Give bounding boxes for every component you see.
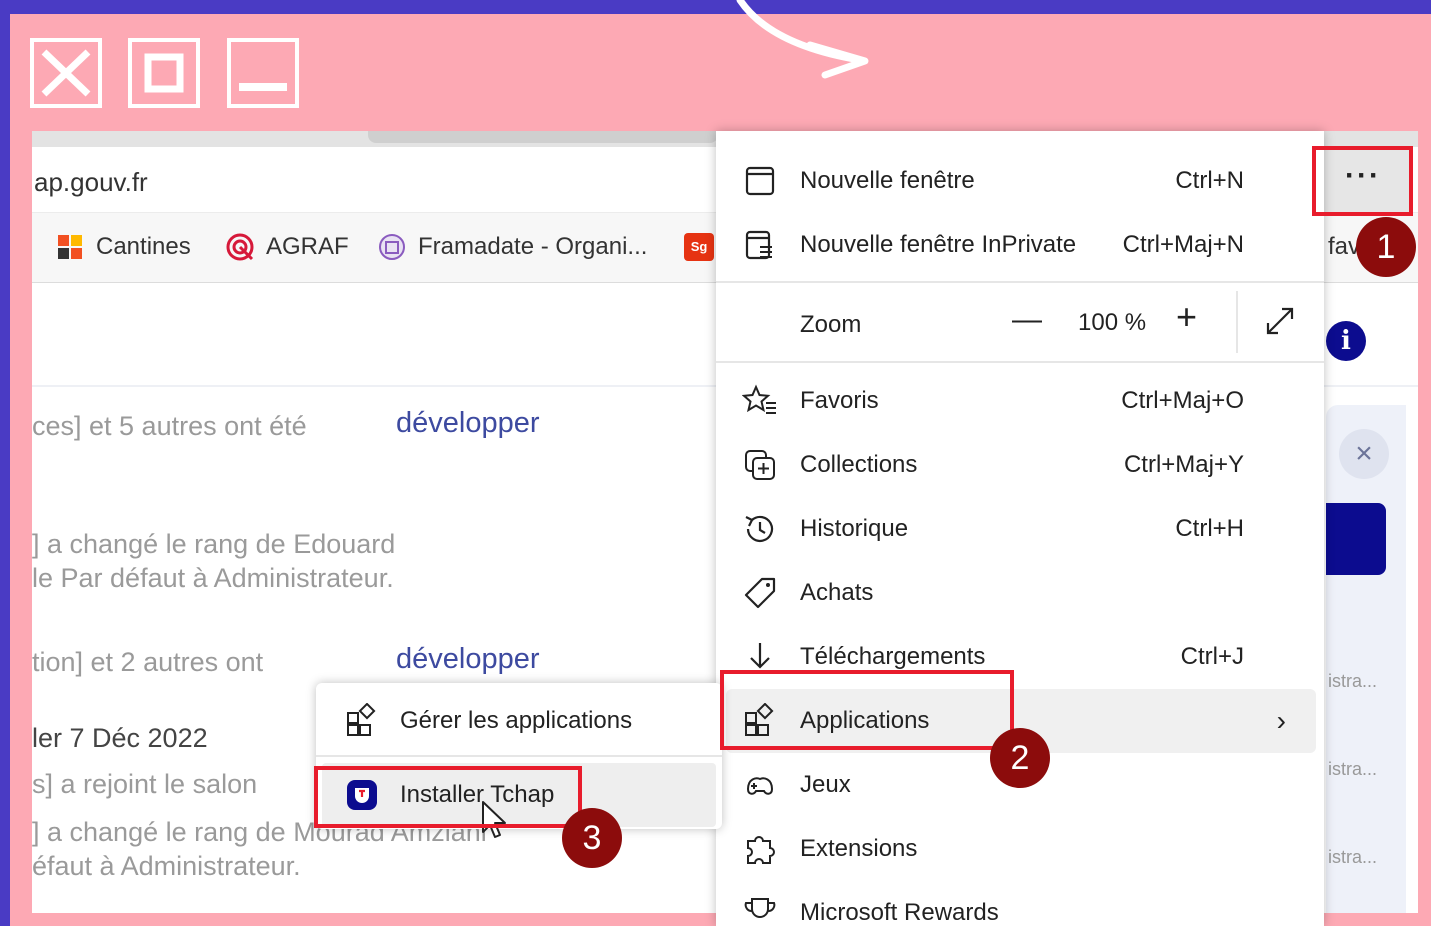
framadate-icon <box>379 234 405 260</box>
maximize-icon <box>144 53 184 93</box>
menu-label: Nouvelle fenêtre <box>800 167 975 194</box>
bookmark-agraf[interactable]: AGRAF <box>226 233 349 261</box>
feed-line: éfaut à Administrateur. <box>32 851 301 881</box>
highlight-applications <box>720 670 1014 750</box>
window-maximize-button[interactable] <box>128 38 200 108</box>
bookmark-label: AGRAF <box>266 233 349 260</box>
feed-line: tion] et 2 autres ont <box>32 647 264 677</box>
bookmark-label: Cantines <box>96 233 191 260</box>
feed-line: ces] et 5 autres ont été <box>32 411 307 441</box>
menu-label: Historique <box>800 515 909 542</box>
menu-separator <box>716 281 1324 283</box>
zoom-value: 100 % <box>1078 309 1147 336</box>
menu-shortcut: Ctrl+J <box>1180 643 1244 670</box>
curved-arrow-icon <box>736 0 869 79</box>
menu-shortcut: Ctrl+Maj+N <box>1122 231 1244 258</box>
step-badge-1: 1 <box>1356 217 1416 277</box>
window-close-button[interactable] <box>30 38 102 108</box>
browser-tab[interactable] <box>368 131 718 143</box>
zoom-label: Zoom <box>800 311 862 338</box>
menu-history[interactable]: Historique Ctrl+H <box>716 497 1324 561</box>
menu-shortcut: Ctrl+Maj+Y <box>1123 451 1244 478</box>
panel-row: istra... <box>1328 847 1378 867</box>
menu-label: Favoris <box>800 387 879 414</box>
info-icon[interactable]: i <box>1326 321 1366 361</box>
bookmark-label: Framadate - Organi... <box>418 233 648 260</box>
highlight-install-tchap <box>314 766 582 828</box>
menu-label: Microsoft Rewards <box>800 899 999 926</box>
shopping-tag-icon <box>744 577 776 609</box>
submenu-label: Gérer les applications <box>400 707 633 734</box>
highlight-more-button <box>1312 146 1413 216</box>
chevron-right-icon: › <box>1276 705 1286 736</box>
menu-rewards[interactable]: Microsoft Rewards <box>716 881 1324 926</box>
menu-extensions[interactable]: Extensions <box>716 817 1324 881</box>
menu-label: Collections <box>800 451 918 478</box>
bookmark-framadate[interactable]: Framadate - Organi... <box>378 233 647 261</box>
menu-label: Jeux <box>800 771 851 798</box>
bookmark-cantines[interactable]: Cantines <box>56 233 191 261</box>
menu-separator <box>716 361 1324 363</box>
submenu-separator <box>316 755 722 757</box>
panel-blue-button[interactable] <box>1326 503 1386 575</box>
favorites-star-icon <box>742 384 776 414</box>
close-icon <box>41 49 91 97</box>
collections-icon <box>745 450 775 480</box>
menu-shopping[interactable]: Achats <box>716 561 1324 625</box>
address-text: ap.gouv.fr <box>34 167 148 197</box>
panel-row: istra... <box>1328 759 1378 779</box>
develop-link[interactable]: développer <box>396 643 540 676</box>
bookmark-sg[interactable]: Sg <box>684 233 714 261</box>
menu-label: Téléchargements <box>800 643 986 670</box>
feed-line: s] a rejoint le salon <box>32 769 258 799</box>
menu-collections[interactable]: Collections Ctrl+Maj+Y <box>716 433 1324 497</box>
agraf-icon <box>226 233 254 261</box>
games-icon <box>746 777 774 795</box>
extensions-puzzle-icon <box>747 836 775 864</box>
menu-label: Nouvelle fenêtre InPrivate <box>800 231 1077 258</box>
window-minimize-button[interactable] <box>227 38 299 108</box>
panel-row: istra... <box>1328 671 1378 691</box>
feed-line: ] a changé le rang de Edouard <box>32 529 396 559</box>
right-panel <box>1326 405 1406 913</box>
window-icon <box>745 166 775 196</box>
history-icon <box>745 515 774 542</box>
cantines-icon <box>58 235 82 259</box>
menu-label: Extensions <box>800 835 918 862</box>
submenu-manage-apps[interactable]: Gérer les applications <box>316 689 722 753</box>
zoom-out-button[interactable]: — <box>1012 303 1042 337</box>
feed-line: le Par défaut à Administrateur. <box>32 563 394 593</box>
zoom-in-button[interactable]: + <box>1176 299 1197 335</box>
menu-new-inprivate[interactable]: Nouvelle fenêtre InPrivate Ctrl+Maj+N <box>716 213 1324 277</box>
inprivate-window-icon <box>745 230 772 260</box>
browser-menu: Nouvelle fenêtre Ctrl+N Nouvelle fenêtre… <box>716 131 1324 926</box>
panel-close-button[interactable]: × <box>1339 429 1389 479</box>
step-badge-3: 3 <box>562 808 622 868</box>
menu-favorites[interactable]: Favoris Ctrl+Maj+O <box>716 369 1324 433</box>
menu-shortcut: Ctrl+H <box>1175 515 1244 542</box>
fullscreen-icon[interactable] <box>1262 303 1298 339</box>
sg-icon: Sg <box>684 233 714 261</box>
develop-link[interactable]: développer <box>396 407 540 440</box>
apps-icon <box>347 703 376 736</box>
menu-label: Achats <box>800 579 874 606</box>
minimize-icon <box>239 83 287 91</box>
zoom-divider <box>1236 291 1238 353</box>
step-badge-2: 2 <box>990 728 1050 788</box>
menu-new-window[interactable]: Nouvelle fenêtre Ctrl+N <box>716 149 1324 213</box>
menu-shortcut: Ctrl+Maj+O <box>1121 387 1244 414</box>
date-separator: ler 7 Déc 2022 <box>32 723 208 753</box>
rewards-trophy-icon <box>744 898 776 918</box>
menu-shortcut: Ctrl+N <box>1175 167 1244 194</box>
